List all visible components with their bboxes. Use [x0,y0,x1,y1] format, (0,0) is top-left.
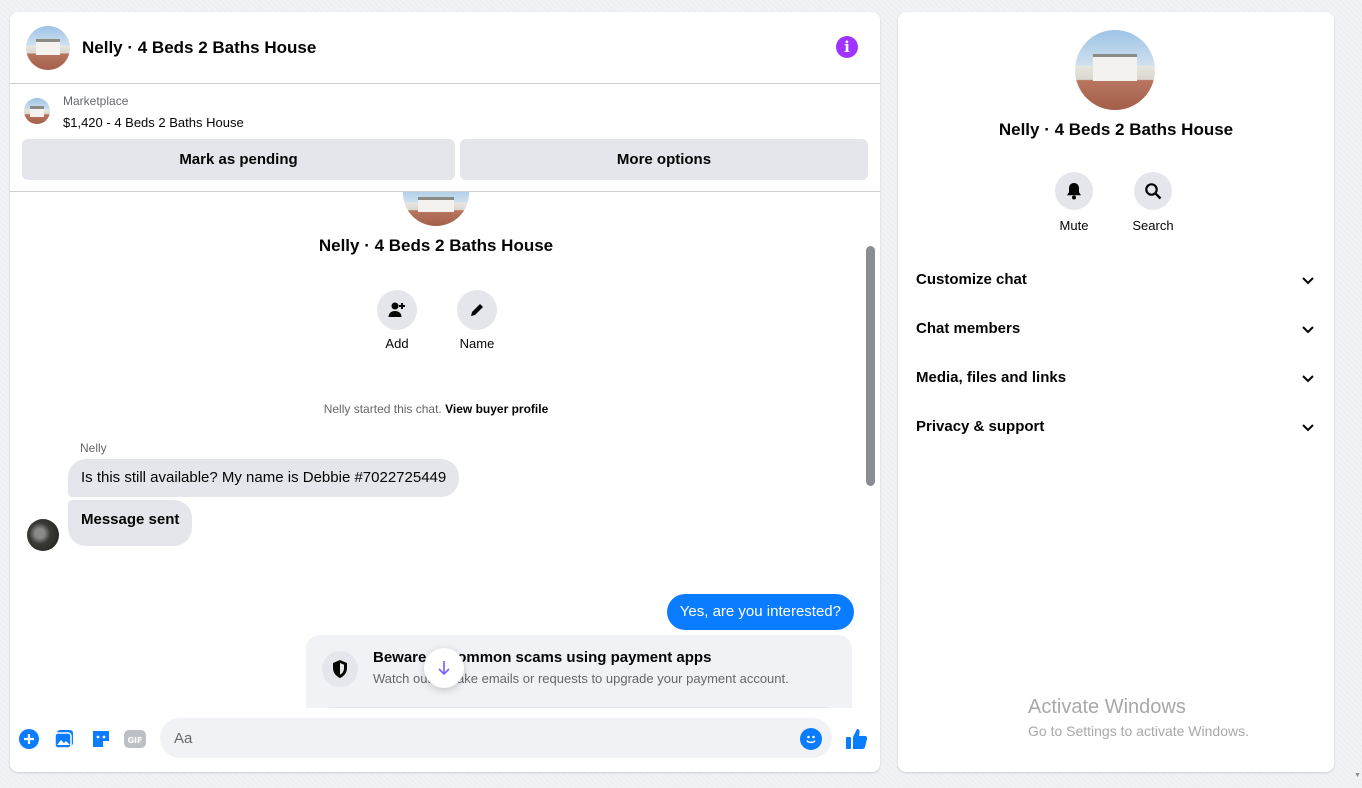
section-media-files-links[interactable]: Media, files and links [906,356,1326,400]
page-scroll-down-arrow-icon[interactable]: ▼ [1354,772,1361,779]
shield-icon [322,651,358,687]
section-label: Media, files and links [916,369,1067,386]
search-icon [1145,183,1162,200]
add-person-icon [388,302,405,317]
chat-header: Nelly · 4 Beds 2 Baths House i [10,12,880,84]
thread-title: Nelly · 4 Beds 2 Baths House [318,236,554,255]
message-bubble[interactable]: Is this still available? My name is Debb… [68,459,460,497]
arrow-down-icon [438,661,450,676]
message-input[interactable] [160,718,832,758]
section-label: Customize chat [916,271,1027,288]
search-button[interactable] [1134,172,1172,210]
mute-label: Mute [1059,218,1089,233]
scam-warning-card[interactable]: Beware of common scams using payment app… [306,635,852,708]
watermark-title: Activate Windows [1028,696,1186,718]
plus-icon[interactable] [18,728,40,750]
watermark-subtitle: Go to Settings to activate Windows. [1028,723,1249,739]
info-title: Nelly · 4 Beds 2 Baths House [998,120,1234,139]
message-list[interactable]: Nelly · 4 Beds 2 Baths House Add Name Ne… [10,192,880,708]
chat-started-notice: Nelly started this chat. View buyer prof… [10,402,862,416]
marketplace-label: Marketplace [63,94,129,108]
add-label: Add [385,336,409,351]
sticker-icon[interactable] [90,728,112,750]
sender-name: Nelly [80,441,107,455]
message-bubble[interactable]: Message sent [68,500,193,546]
listing-title[interactable]: $1,420 - 4 Beds 2 Baths House [63,115,244,130]
info-icon[interactable]: i [836,36,858,58]
emoji-icon[interactable] [800,728,822,750]
thumbs-up-icon[interactable] [844,726,870,752]
section-label: Privacy & support [916,418,1045,435]
chevron-down-icon [1302,326,1314,334]
thread-avatar [403,192,469,226]
listing-thumbnail[interactable] [24,98,50,124]
scroll-to-bottom-button[interactable] [424,648,464,688]
add-person-button[interactable] [377,290,417,330]
search-label: Search [1132,218,1174,233]
pencil-icon [471,304,483,316]
chevron-down-icon [1302,277,1314,285]
started-text: Nelly started this chat. [323,402,442,416]
outgoing-message-bubble[interactable]: Yes, are you interested? [666,594,854,630]
section-customize-chat[interactable]: Customize chat [906,258,1326,302]
section-chat-members[interactable]: Chat members [906,307,1326,351]
name-button[interactable] [457,290,497,330]
name-label: Name [459,336,495,351]
chat-panel: Nelly · 4 Beds 2 Baths House i Marketpla… [10,12,880,772]
mute-button[interactable] [1055,172,1093,210]
bell-icon [1067,183,1081,200]
gif-icon[interactable]: GIF [124,728,146,750]
photo-icon[interactable] [54,728,76,750]
chevron-down-icon [1302,424,1314,432]
conversation-info-panel: Nelly · 4 Beds 2 Baths House Mute Search… [898,12,1334,772]
section-label: Chat members [916,320,1021,337]
section-privacy-support[interactable]: Privacy & support [906,405,1326,449]
chat-avatar[interactable] [26,25,70,70]
scrollbar-thumb[interactable] [866,246,875,486]
composer: GIF [10,708,880,772]
info-avatar[interactable] [1075,30,1155,110]
activate-windows-watermark: Activate Windows Go to Settings to activ… [1028,696,1249,739]
marketplace-bar: Marketplace $1,420 - 4 Beds 2 Baths Hous… [10,84,880,192]
chevron-down-icon [1302,375,1314,383]
view-buyer-profile-link[interactable]: View buyer profile [445,402,548,416]
more-options-button[interactable]: More options [460,139,868,180]
sender-avatar[interactable] [27,519,59,551]
mark-as-pending-button[interactable]: Mark as pending [22,139,455,180]
gif-label: GIF [127,736,142,745]
chat-title[interactable]: Nelly · 4 Beds 2 Baths House [82,38,316,58]
